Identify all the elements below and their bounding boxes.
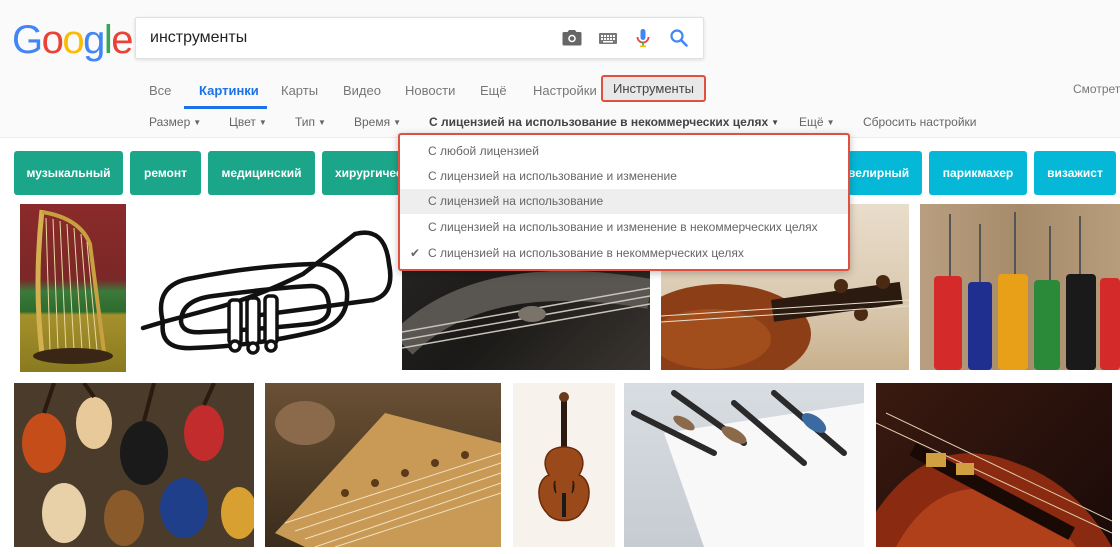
license-option-use-noncommercial[interactable]: ✔ С лицензией на использование в некомме… <box>400 241 848 266</box>
camera-icon[interactable] <box>560 26 584 50</box>
image-dulcimer[interactable] <box>265 383 501 547</box>
license-option-label: С лицензией на использование в некоммерч… <box>428 246 744 260</box>
chip-medical[interactable]: медицинский <box>208 151 315 195</box>
chip-musical[interactable]: музыкальный <box>14 151 123 195</box>
tab-news[interactable]: Новости <box>405 83 455 98</box>
chip-repair[interactable]: ремонт <box>130 151 201 195</box>
microphone-icon[interactable] <box>631 26 655 50</box>
tab-settings[interactable]: Настройки <box>533 83 597 98</box>
filter-more[interactable]: Ещё ▼ <box>799 115 834 129</box>
caret-down-icon: ▼ <box>318 118 326 127</box>
tab-more[interactable]: Ещё <box>480 83 507 98</box>
license-option-use-modify-noncommercial[interactable]: С лицензией на использование и изменение… <box>400 215 848 240</box>
image-pliers-tools[interactable] <box>624 383 864 547</box>
image-harp[interactable] <box>20 204 126 372</box>
tools-button[interactable]: Инструменты <box>601 75 706 102</box>
image-violin-case[interactable] <box>876 383 1112 547</box>
reset-filters-link[interactable]: Сбросить настройки <box>863 115 976 129</box>
license-option-use-modify[interactable]: С лицензией на использование и изменение <box>400 164 848 189</box>
caret-down-icon: ▼ <box>393 118 402 127</box>
license-option-any[interactable]: С любой лицензией <box>400 139 848 164</box>
keyboard-icon[interactable] <box>596 26 620 50</box>
caret-down-icon: ▼ <box>826 118 835 127</box>
image-guitar-collection[interactable] <box>14 383 254 547</box>
view-link[interactable]: Смотрет <box>1073 82 1120 96</box>
caret-down-icon: ▼ <box>771 118 780 127</box>
filter-time[interactable]: Время ▼ <box>354 115 401 129</box>
caret-down-icon: ▼ <box>193 118 202 127</box>
filter-more-label: Ещё <box>799 115 824 129</box>
filter-size[interactable]: Размер ▼ <box>149 115 201 129</box>
chip-hairdresser[interactable]: парикмахер <box>929 151 1027 195</box>
search-box[interactable] <box>135 17 704 59</box>
filter-type[interactable]: Тип ▼ <box>295 115 326 129</box>
search-input[interactable] <box>150 29 550 47</box>
filter-time-label: Время <box>354 115 391 129</box>
filter-color[interactable]: Цвет ▼ <box>229 115 267 129</box>
filter-color-label: Цвет <box>229 115 256 129</box>
active-tab-indicator <box>184 106 267 109</box>
caret-down-icon: ▼ <box>258 118 267 127</box>
image-screwdrivers[interactable] <box>920 204 1120 370</box>
filter-license-label: С лицензией на использование в некоммерч… <box>429 115 769 129</box>
checkmark-icon: ✔ <box>410 246 421 260</box>
search-icon[interactable] <box>667 26 691 50</box>
filter-size-label: Размер <box>149 115 191 129</box>
license-option-use[interactable]: С лицензией на использование <box>400 189 848 214</box>
chip-makeup[interactable]: визажист <box>1034 151 1116 195</box>
license-dropdown: С любой лицензией С лицензией на использ… <box>398 133 850 271</box>
google-logo[interactable]: Google <box>12 18 133 63</box>
tab-all[interactable]: Все <box>149 83 171 98</box>
tab-maps[interactable]: Карты <box>281 83 318 98</box>
filter-type-label: Тип <box>295 115 316 129</box>
tab-video[interactable]: Видео <box>343 83 381 98</box>
filter-license[interactable]: С лицензией на использование в некоммерч… <box>429 115 779 129</box>
image-trumpet[interactable] <box>133 204 395 372</box>
chip-surgical[interactable]: хирургичес <box>322 151 402 195</box>
tab-images[interactable]: Картинки <box>199 83 259 98</box>
image-violin[interactable] <box>513 383 615 547</box>
chip-jewelry[interactable]: велирный <box>848 151 922 195</box>
